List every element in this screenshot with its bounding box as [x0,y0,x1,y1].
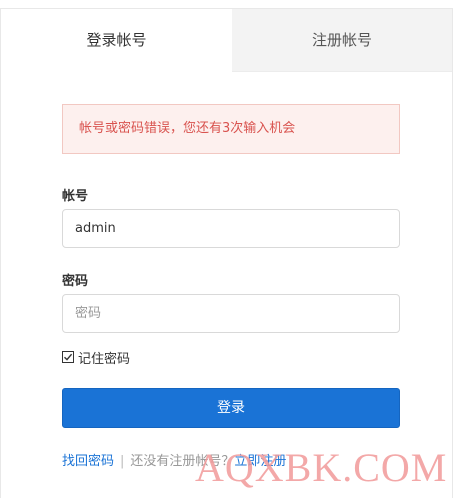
tab-register[interactable]: 注册帐号 [232,9,452,72]
recover-password-link[interactable]: 找回密码 [62,454,114,469]
remember-label: 记住密码 [78,351,131,367]
remember-password[interactable]: 记住密码 [62,348,131,367]
password-input[interactable] [62,294,400,333]
no-account-text: 还没有注册帐号？ [130,454,235,469]
password-label: 密码 [62,274,89,289]
remember-checkbox[interactable] [62,351,74,363]
login-button[interactable]: 登录 [62,388,400,428]
tab-login[interactable]: 登录帐号 [1,9,232,72]
username-label: 帐号 [62,189,89,204]
register-now-link[interactable]: 立即注册 [234,454,286,469]
error-alert: 帐号或密码错误，您还有3次输入机会 [62,104,400,154]
footer-links: 找回密码 | 还没有注册帐号？立即注册 [62,450,286,469]
username-input[interactable] [62,209,400,248]
checkmark-icon [64,353,73,361]
tab-bar: 登录帐号 注册帐号 [1,9,452,72]
footer-separator: | [120,454,125,469]
